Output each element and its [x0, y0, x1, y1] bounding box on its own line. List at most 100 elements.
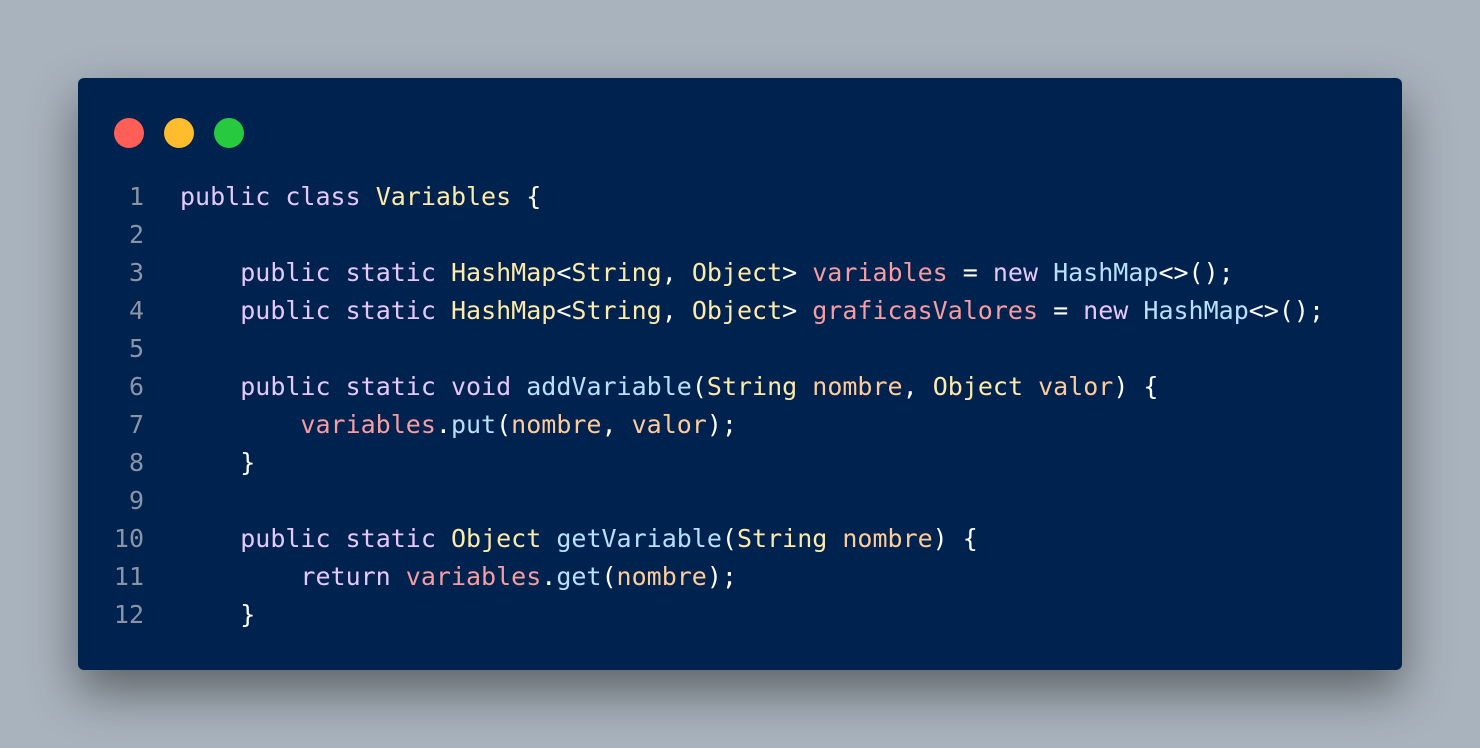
- code-token: (: [721, 524, 737, 553]
- code-token: String: [706, 372, 798, 401]
- code-token: put: [450, 410, 497, 439]
- code-text: public class Variables {: [144, 178, 541, 216]
- code-token: static: [345, 372, 436, 401]
- code-token: {: [511, 182, 542, 211]
- code-token: public: [180, 182, 271, 211]
- code-token: nombre: [511, 410, 602, 439]
- code-token: void: [450, 372, 512, 401]
- code-line: 7 variables.put(nombre, valor);: [78, 406, 1324, 444]
- code-line: 5: [78, 330, 1324, 368]
- code-token: return: [300, 562, 391, 591]
- line-number: 6: [128, 372, 144, 401]
- line-number: 12: [113, 600, 144, 629]
- code-text: }: [144, 596, 255, 634]
- code-token: Variables: [375, 182, 512, 211]
- code-token: static: [345, 296, 436, 325]
- code-token: static: [345, 258, 436, 287]
- maximize-dot-icon[interactable]: [214, 118, 244, 148]
- code-token: }: [180, 600, 256, 629]
- code-text: public static HashMap<String, Object> gr…: [144, 292, 1324, 330]
- code-token: valor: [631, 410, 707, 439]
- code-token: get: [556, 562, 602, 591]
- code-token: HashMap: [450, 258, 557, 287]
- code-token: public: [240, 524, 331, 553]
- code-token: =: [947, 258, 993, 287]
- code-token: (: [601, 562, 617, 591]
- code-token: variables: [405, 562, 542, 591]
- line-number: 8: [128, 448, 144, 477]
- code-token: ) {: [932, 524, 978, 553]
- code-token: Object: [691, 296, 783, 325]
- code-token: );: [706, 410, 737, 439]
- code-token: .: [541, 562, 557, 591]
- code-token: (: [496, 410, 512, 439]
- code-token: static: [345, 524, 436, 553]
- code-line: 8 }: [78, 444, 1324, 482]
- line-number: 10: [113, 524, 144, 553]
- code-token: public: [240, 296, 331, 325]
- code-line: 1 public class Variables {: [78, 178, 1324, 216]
- code-token: }: [180, 448, 256, 477]
- code-token: >: [782, 258, 813, 287]
- code-text: public static void addVariable(String no…: [144, 368, 1158, 406]
- code-token: String: [571, 296, 662, 325]
- code-window: 1 public class Variables {2 3 public stati…: [78, 78, 1402, 670]
- code-token: HashMap: [450, 296, 557, 325]
- code-line: 9: [78, 482, 1324, 520]
- code-token: <>();: [1248, 296, 1325, 325]
- code-token: (: [691, 372, 707, 401]
- code-token: <>();: [1158, 258, 1234, 287]
- code-token: >: [782, 296, 813, 325]
- code-text: public static Object getVariable(String …: [144, 520, 978, 558]
- code-token: =: [1038, 296, 1084, 325]
- code-text: }: [144, 444, 255, 482]
- code-token: public: [240, 372, 331, 401]
- line-number: 3: [128, 258, 144, 287]
- line-number: 4: [128, 296, 144, 325]
- code-token: nombre: [812, 372, 903, 401]
- code-line: 11 return variables.get(nombre);: [78, 558, 1324, 596]
- line-number: 2: [128, 220, 144, 249]
- code-token: nombre: [616, 562, 707, 591]
- code-token: String: [736, 524, 828, 553]
- code-token: new: [1083, 296, 1129, 325]
- window-controls: [114, 118, 244, 148]
- code-token: .: [435, 410, 451, 439]
- code-block: 1 public class Variables {2 3 public stati…: [78, 178, 1324, 634]
- code-text: return variables.get(nombre);: [144, 558, 737, 596]
- code-token: ,: [661, 296, 692, 325]
- code-token: class: [285, 182, 361, 211]
- line-number: 7: [128, 410, 144, 439]
- code-token: ) {: [1113, 372, 1159, 401]
- minimize-dot-icon[interactable]: [164, 118, 194, 148]
- line-number: 1: [128, 182, 144, 211]
- code-token: addVariable: [526, 372, 692, 401]
- code-text: public static HashMap<String, Object> va…: [144, 254, 1234, 292]
- code-token: Object: [932, 372, 1023, 401]
- close-dot-icon[interactable]: [114, 118, 144, 148]
- code-token: );: [706, 562, 737, 591]
